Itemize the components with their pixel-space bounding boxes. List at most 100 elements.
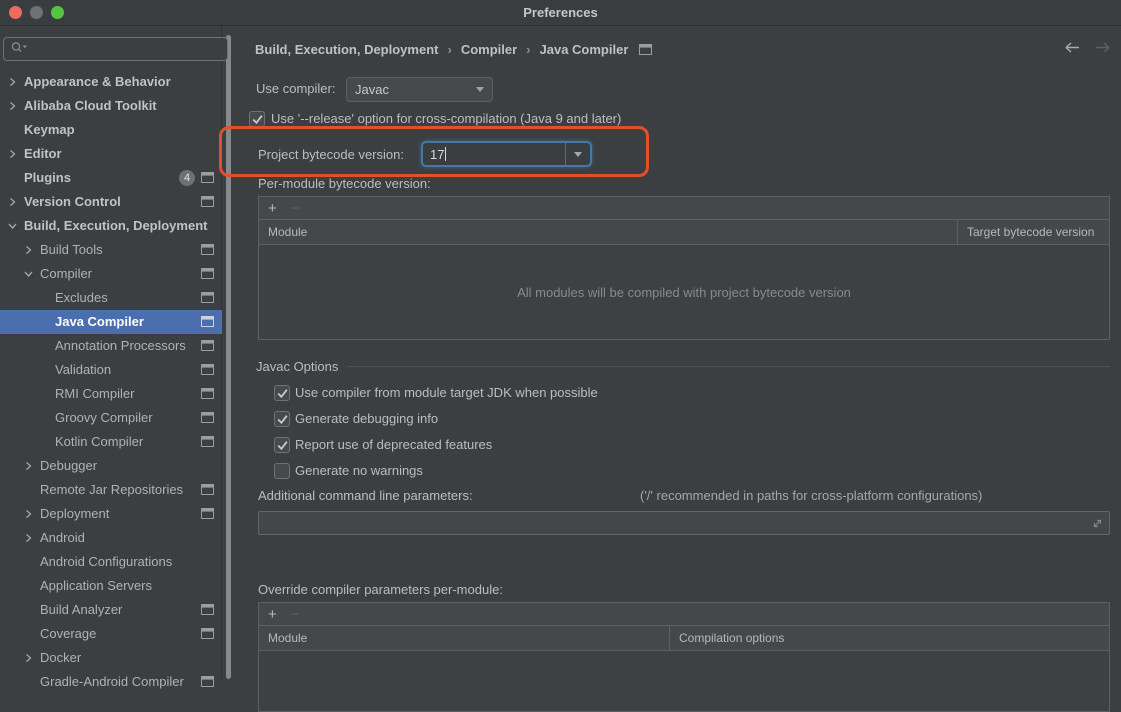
window-title: Preferences [0, 5, 1121, 20]
chevron-collapsed-icon[interactable] [8, 101, 17, 111]
additional-params-input[interactable] [259, 516, 1092, 531]
sidebar-item-annotation-processors[interactable]: Annotation Processors [0, 334, 222, 358]
chevron-down-icon [574, 152, 582, 157]
sidebar-item-kotlin-compiler[interactable]: Kotlin Compiler [0, 430, 222, 454]
chevron-collapsed-icon[interactable] [24, 509, 33, 519]
breadcrumb: Build, Execution, Deployment›Compiler›Ja… [255, 41, 652, 58]
javac-options-section: Javac Options [256, 358, 1110, 374]
column-header-compilation-options[interactable]: Compilation options [669, 626, 1109, 650]
table-toolbar: + − [259, 603, 1109, 626]
per-module-table: + − Module Target bytecode version All m… [258, 196, 1110, 340]
sidebar-item-android[interactable]: Android [0, 526, 222, 550]
back-arrow-icon[interactable] [1064, 41, 1084, 57]
chevron-expanded-icon[interactable] [8, 221, 17, 231]
column-header-target-bytecode[interactable]: Target bytecode version [957, 220, 1109, 244]
option-label: Generate debugging info [295, 411, 438, 427]
sidebar-item-deployment[interactable]: Deployment [0, 502, 222, 526]
breadcrumb-item-build-execution-deployment[interactable]: Build, Execution, Deployment [255, 42, 438, 57]
sidebar-item-label: Build Analyzer [40, 598, 122, 622]
sidebar-item-label: Alibaba Cloud Toolkit [24, 94, 157, 118]
sidebar-item-android-configurations[interactable]: Android Configurations [0, 550, 222, 574]
table-empty-state: All modules will be compiled with projec… [259, 245, 1109, 339]
forward-arrow-icon[interactable] [1094, 41, 1114, 57]
use-compiler-dropdown[interactable]: Javac [346, 77, 493, 102]
breadcrumb-item-compiler[interactable]: Compiler [461, 42, 517, 57]
column-header-module[interactable]: Module [259, 220, 957, 244]
sidebar-item-label: Compiler [40, 262, 92, 286]
sidebar-scrollbar[interactable] [226, 35, 231, 679]
sidebar-item-java-compiler[interactable]: Java Compiler [0, 310, 222, 334]
chevron-collapsed-icon[interactable] [24, 533, 33, 543]
sidebar-item-plugins[interactable]: Plugins4 [0, 166, 222, 190]
sidebar-item-version-control[interactable]: Version Control [0, 190, 222, 214]
project-bytecode-value: 17 [430, 147, 444, 162]
sidebar-item-remote-jar-repositories[interactable]: Remote Jar Repositories [0, 478, 222, 502]
sidebar-item-label: Excludes [55, 286, 108, 310]
chevron-collapsed-icon[interactable] [24, 461, 33, 471]
generate-debugging-info-checkbox[interactable] [274, 411, 290, 427]
configurable-window-icon [201, 340, 214, 351]
chevron-collapsed-icon[interactable] [8, 77, 17, 87]
sidebar-item-label: Appearance & Behavior [24, 70, 171, 94]
sidebar-item-build-analyzer[interactable]: Build Analyzer [0, 598, 222, 622]
expand-icon[interactable] [1092, 518, 1103, 529]
configurable-window-icon [201, 412, 214, 423]
sidebar-item-debugger[interactable]: Debugger [0, 454, 222, 478]
remove-button[interactable]: − [291, 201, 300, 216]
additional-params-hint: ('/' recommended in paths for cross-plat… [640, 488, 982, 504]
configurable-window-icon [201, 196, 214, 207]
chevron-collapsed-icon[interactable] [24, 245, 33, 255]
sidebar-item-label: Build Tools [40, 238, 103, 262]
remove-button[interactable]: − [291, 607, 300, 622]
generate-no-warnings-checkbox[interactable] [274, 463, 290, 479]
search-input[interactable] [28, 42, 227, 57]
sidebar-item-gradle-android-compiler[interactable]: Gradle-Android Compiler [0, 670, 222, 694]
sidebar-item-build-tools[interactable]: Build Tools [0, 238, 222, 262]
configurable-window-icon [201, 628, 214, 639]
sidebar-item-label: Remote Jar Repositories [40, 478, 183, 502]
sidebar-item-label: Build, Execution, Deployment [24, 214, 207, 238]
configurable-window-icon [201, 484, 214, 495]
sidebar-item-label: Android [40, 526, 85, 550]
chevron-expanded-icon[interactable] [24, 269, 33, 279]
release-option-checkbox[interactable] [249, 111, 265, 127]
sidebar-item-validation[interactable]: Validation [0, 358, 222, 382]
sidebar-item-keymap[interactable]: Keymap [0, 118, 222, 142]
sidebar-item-appearance-behavior[interactable]: Appearance & Behavior [0, 70, 222, 94]
settings-search-box[interactable] [3, 37, 228, 61]
sidebar-item-groovy-compiler[interactable]: Groovy Compiler [0, 406, 222, 430]
configurable-window-icon [201, 436, 214, 447]
breadcrumb-item-java-compiler[interactable]: Java Compiler [540, 42, 629, 57]
sidebar-item-label: Annotation Processors [55, 334, 186, 358]
chevron-collapsed-icon[interactable] [8, 149, 17, 159]
sidebar-item-rmi-compiler[interactable]: RMI Compiler [0, 382, 222, 406]
sidebar-item-excludes[interactable]: Excludes [0, 286, 222, 310]
sidebar-item-coverage[interactable]: Coverage [0, 622, 222, 646]
chevron-collapsed-icon[interactable] [8, 197, 17, 207]
sidebar-item-alibaba-cloud-toolkit[interactable]: Alibaba Cloud Toolkit [0, 94, 222, 118]
add-button[interactable]: + [268, 607, 277, 622]
column-header-module[interactable]: Module [259, 626, 669, 650]
project-bytecode-dropdown-button[interactable] [565, 143, 590, 165]
use-compiler-value: Javac [355, 82, 389, 97]
sidebar-item-label: Kotlin Compiler [55, 430, 143, 454]
chevron-collapsed-icon[interactable] [24, 653, 33, 663]
project-bytecode-combobox[interactable]: 17 [421, 141, 592, 167]
sidebar-item-build-execution-deployment[interactable]: Build, Execution, Deployment [0, 214, 222, 238]
sidebar-item-docker[interactable]: Docker [0, 646, 222, 670]
sidebar-item-label: Debugger [40, 454, 97, 478]
configurable-window-icon [639, 44, 652, 55]
configurable-window-icon [201, 268, 214, 279]
javac-options-title: Javac Options [256, 359, 338, 374]
option-label: Use compiler from module target JDK when… [295, 385, 598, 401]
report-use-of-deprecated-features-checkbox[interactable] [274, 437, 290, 453]
sidebar-item-compiler[interactable]: Compiler [0, 262, 222, 286]
sidebar-item-editor[interactable]: Editor [0, 142, 222, 166]
text-caret [445, 147, 446, 161]
add-button[interactable]: + [268, 201, 277, 216]
additional-params-field[interactable] [258, 511, 1110, 535]
chevron-down-icon [476, 87, 484, 92]
use-compiler-from-module-target-jdk-when-possible-checkbox[interactable] [274, 385, 290, 401]
additional-params-label: Additional command line parameters: [258, 488, 473, 504]
sidebar-item-application-servers[interactable]: Application Servers [0, 574, 222, 598]
